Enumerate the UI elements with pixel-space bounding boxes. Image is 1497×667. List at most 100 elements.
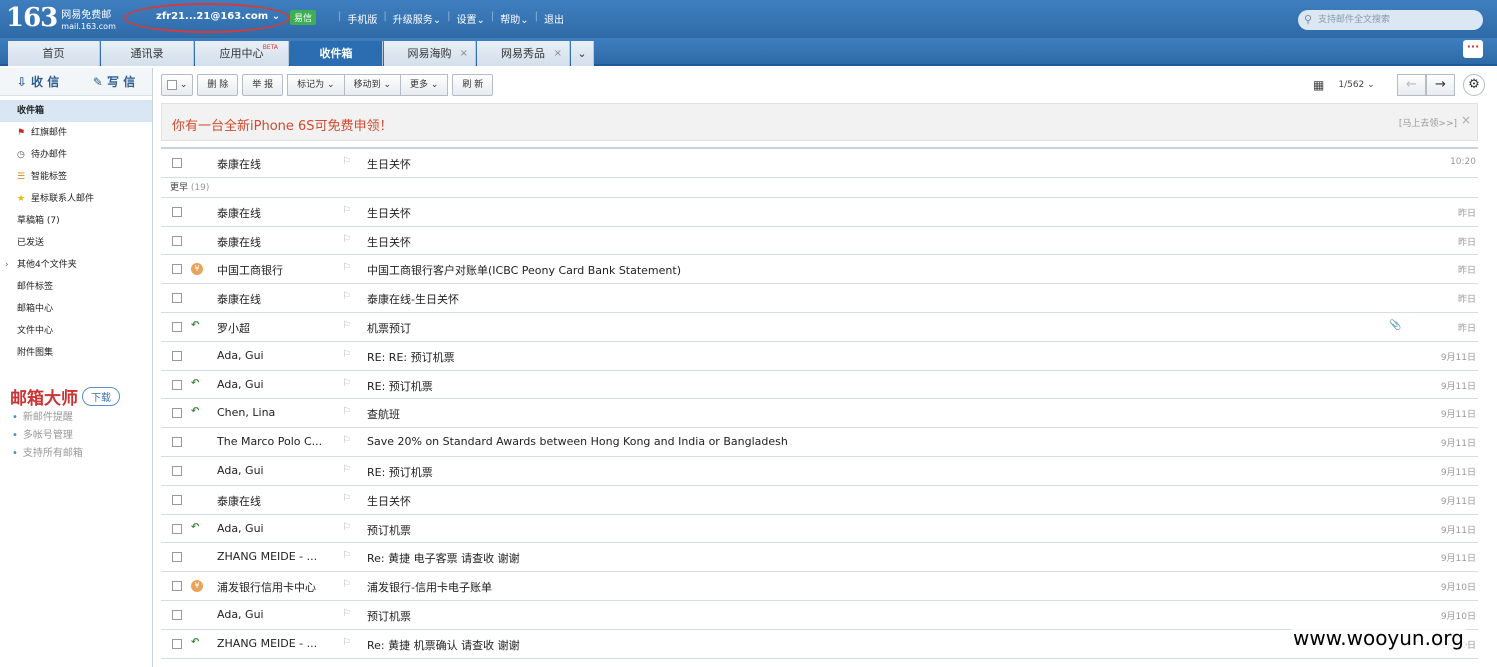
flag-icon[interactable]: ⚐ [342, 493, 351, 504]
nav-settings[interactable]: 设置⌄ [457, 11, 485, 26]
flag-icon[interactable]: ⚐ [342, 234, 351, 245]
mail-subject[interactable]: Save 20% on Standard Awards between Hong… [367, 435, 788, 448]
row-checkbox[interactable] [172, 581, 182, 592]
sidebar-item-inbox[interactable]: 收件箱 [0, 100, 152, 122]
mail-subject[interactable]: 浦发银行-信用卡电子账单 [367, 579, 492, 595]
sidebar-item-mail-tags[interactable]: 邮件标签 [0, 276, 152, 298]
nav-mobile[interactable]: 手机版 [347, 11, 377, 26]
sidebar-item-other-folders[interactable]: › 其他4个文件夹 [0, 254, 152, 276]
flag-icon[interactable]: ⚐ [342, 205, 351, 216]
flag-icon[interactable]: ⚐ [342, 550, 351, 561]
flag-icon[interactable]: ⚐ [342, 406, 351, 417]
mail-subject[interactable]: 预订机票 [367, 608, 411, 624]
close-icon[interactable]: × [554, 41, 562, 66]
row-checkbox[interactable] [172, 379, 182, 390]
mail-subject[interactable]: RE: 预订机票 [367, 464, 433, 480]
close-icon[interactable]: × [460, 41, 468, 66]
tab-home[interactable]: 首页 [8, 41, 100, 66]
mail-subject[interactable]: 预订机票 [367, 522, 411, 538]
table-row[interactable]: ↶ Chen, Lina ⚐ 查航班 9月11日 [161, 399, 1478, 429]
report-button[interactable]: 举 报 [242, 74, 284, 96]
mark-as-button[interactable]: 标记为 ⌄ [287, 74, 344, 96]
logo[interactable]: 163 网易免费邮 mail.163.com [6, 3, 116, 33]
nav-help[interactable]: 帮助⌄ [500, 11, 528, 26]
table-row[interactable]: 泰康在线 ⚐ 泰康在线-生日关怀 昨日 [161, 284, 1478, 313]
search-input[interactable]: ⚲ 支持邮件全文搜索 [1298, 10, 1483, 30]
table-row[interactable]: Ada, Gui ⚐ RE: RE: 预订机票 9月11日 [161, 342, 1478, 371]
calendar-icon[interactable]: ▦ [1313, 78, 1324, 92]
mail-subject[interactable]: RE: RE: 预订机票 [367, 349, 455, 365]
table-row[interactable]: ↶ 罗小超 ⚐ 机票预订 📎 昨日 [161, 313, 1478, 342]
receive-button[interactable]: ⇩ 收 信 [0, 68, 76, 95]
flag-icon[interactable]: ⚐ [342, 349, 351, 360]
tab-inbox[interactable]: 收件箱 [290, 41, 383, 66]
table-row[interactable]: ¥ 浦发银行信用卡中心 ⚐ 浦发银行-信用卡电子账单 9月10日 [161, 572, 1478, 601]
row-checkbox[interactable] [172, 523, 182, 534]
mail-subject[interactable]: 生日关怀 [367, 205, 411, 221]
tab-haigou[interactable]: 网易海购 × [384, 41, 476, 66]
sidebar-item-drafts[interactable]: 草稿箱 (7) [0, 210, 152, 232]
row-checkbox[interactable] [172, 437, 182, 448]
row-checkbox[interactable] [172, 206, 182, 217]
refresh-button[interactable]: 刷 新 [452, 74, 494, 96]
table-row[interactable]: 泰康在线 ⚐ 生日关怀 9月11日 [161, 486, 1478, 515]
tab-xiupin[interactable]: 网易秀品 × [477, 41, 570, 66]
more-options-icon[interactable]: ··· [1463, 40, 1483, 58]
flag-icon[interactable]: ⚐ [342, 522, 351, 533]
next-page-button[interactable]: → [1426, 74, 1455, 96]
table-row[interactable]: 泰康在线 ⚐ 生日关怀 昨日 [161, 227, 1478, 256]
tab-contacts[interactable]: 通讯录 [101, 41, 194, 66]
mail-subject[interactable]: 生日关怀 [367, 234, 411, 250]
page-indicator[interactable]: 1/562 ⌄ [1338, 80, 1374, 90]
tab-more-button[interactable]: ⌄ [571, 41, 594, 66]
more-button[interactable]: 更多 ⌄ [399, 74, 449, 96]
row-checkbox[interactable] [172, 264, 182, 275]
sidebar-item-file-center[interactable]: 文件中心 [0, 320, 152, 342]
mail-subject[interactable]: 机票预订 [367, 320, 411, 336]
delete-button[interactable]: 删 除 [197, 74, 239, 96]
table-row[interactable]: 泰康在线 ⚐ 生日关怀 10:20 [161, 149, 1478, 178]
sidebar-item-attachments[interactable]: 附件图集 [0, 342, 152, 364]
prev-page-button[interactable]: ← [1397, 74, 1426, 96]
mail-subject[interactable]: Re: 黄捷 电子客票 请查收 谢谢 [367, 550, 520, 566]
sidebar-item-smart-tags[interactable]: ☰ 智能标签 [0, 166, 152, 188]
tab-app-center[interactable]: 应用中心 BETA [195, 41, 289, 66]
nav-upgrade[interactable]: 升级服务⌄ [393, 11, 441, 26]
row-checkbox[interactable] [172, 465, 182, 476]
table-row[interactable]: ↶ Ada, Gui ⚐ 预订机票 9月11日 [161, 515, 1478, 544]
flag-icon[interactable]: ⚐ [342, 378, 351, 389]
sidebar-item-todo[interactable]: ◷ 待办邮件 [0, 144, 152, 166]
table-row[interactable]: ↶ZHANG MEIDE - ...⚐Re: 黄捷 机票确认 请查收 谢谢9月1… [161, 630, 1478, 659]
move-to-button[interactable]: 移动到 ⌄ [343, 74, 400, 96]
sidebar-item-sent[interactable]: 已发送 [0, 232, 152, 254]
table-row[interactable]: The Marco Polo C... ⚐ Save 20% on Standard… [161, 428, 1478, 457]
table-row[interactable]: Ada, Gui ⚐ RE: 预订机票 9月11日 [161, 457, 1478, 486]
sidebar-item-flagged[interactable]: ⚑ 红旗邮件 [0, 122, 152, 144]
table-row[interactable]: ¥ 中国工商银行 ⚐ 中国工商银行客户对账单(ICBC Peony Card Bank… [161, 255, 1478, 285]
mail-subject[interactable]: 生日关怀 [367, 493, 411, 509]
row-checkbox[interactable] [172, 609, 182, 620]
mail-subject[interactable]: RE: 预订机票 [367, 378, 433, 394]
row-checkbox[interactable] [172, 235, 182, 246]
row-checkbox[interactable] [172, 408, 182, 419]
row-checkbox[interactable] [172, 350, 182, 361]
mail-subject[interactable]: 查航班 [367, 406, 400, 422]
sidebar-item-starred[interactable]: ★ 星标联系人邮件 [0, 188, 152, 210]
row-checkbox[interactable] [172, 552, 182, 563]
flag-icon[interactable]: ⚐ [342, 464, 351, 475]
row-checkbox[interactable] [172, 321, 182, 332]
account-menu[interactable]: zfr21...21@163.com ⌄ [156, 11, 280, 22]
banner-link[interactable]: [马上去领>>] [1399, 116, 1457, 129]
table-row[interactable]: Ada, Gui ⚐ 预订机票 9月10日 [161, 601, 1478, 630]
row-checkbox[interactable] [172, 158, 182, 168]
table-row[interactable]: ZHANG MEIDE - ... ⚐ Re: 黄捷 电子客票 请查收 谢谢 9月11… [161, 543, 1478, 573]
banner-text[interactable]: 你有一台全新iPhone 6S可免费申领！ [172, 115, 393, 134]
flag-icon[interactable]: ⚐ [342, 262, 351, 273]
promo-download-button[interactable]: 下载 [82, 387, 120, 406]
row-checkbox[interactable] [172, 494, 182, 505]
flag-icon[interactable]: ⚐ [342, 291, 351, 302]
mail-subject[interactable]: 生日关怀 [367, 156, 411, 172]
mail-subject[interactable]: 中国工商银行客户对账单(ICBC Peony Card Bank Stateme… [367, 262, 681, 278]
row-checkbox[interactable] [172, 638, 182, 649]
close-icon[interactable]: × [1461, 113, 1471, 127]
